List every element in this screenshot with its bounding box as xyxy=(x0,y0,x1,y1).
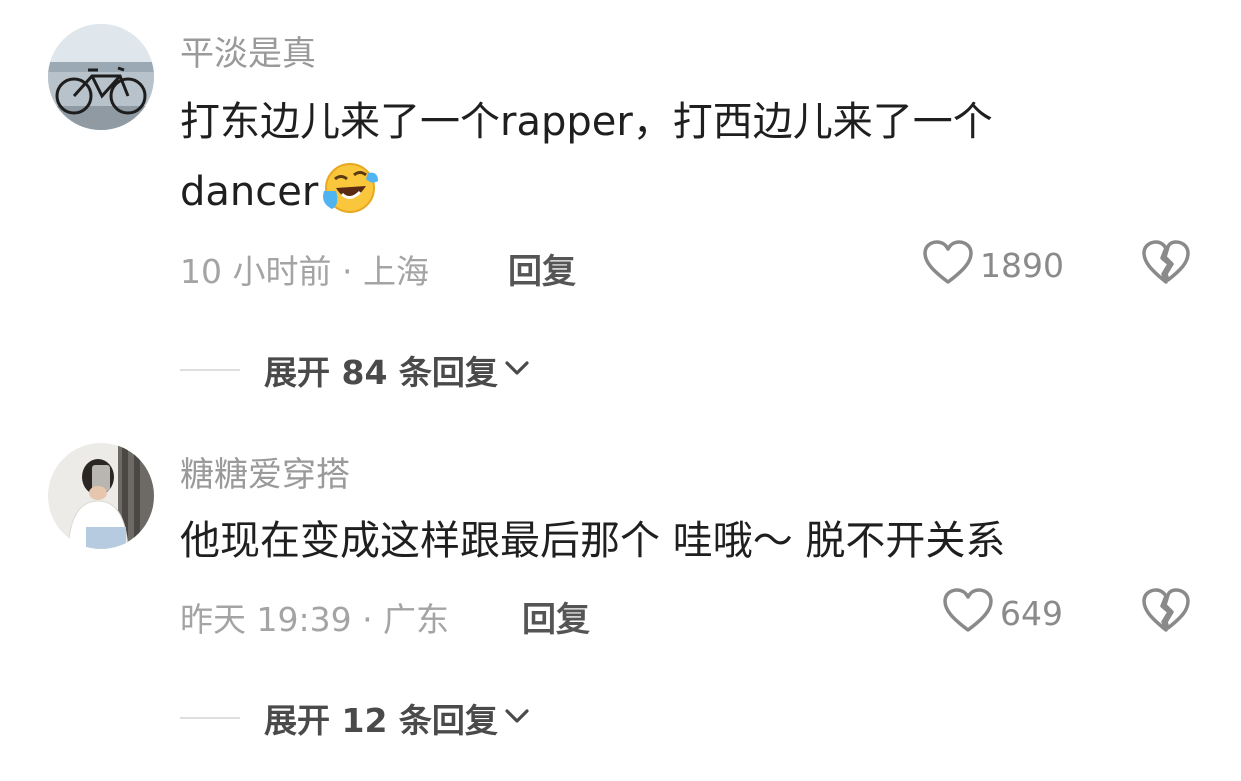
broken-heart-icon xyxy=(1141,588,1191,638)
expand-replies-button[interactable]: 展开 12 条回复 xyxy=(180,694,530,742)
like-count: 1890 xyxy=(980,245,1064,285)
chevron-down-icon xyxy=(504,358,530,382)
reply-button[interactable]: 回复 xyxy=(508,244,576,293)
dislike-button[interactable] xyxy=(1141,240,1191,290)
heart-outline-icon xyxy=(922,240,974,290)
like-count: 649 xyxy=(1000,593,1063,633)
dislike-button[interactable] xyxy=(1141,588,1191,638)
tears-of-joy-emoji xyxy=(320,161,379,237)
comment-text: 他现在变成这样跟最后那个 哇哦～ 脱不开关系 xyxy=(180,518,1006,564)
reply-button[interactable]: 回复 xyxy=(522,592,590,641)
username[interactable]: 平淡是真 xyxy=(180,26,316,75)
time-location: 昨天 19:39 · 广东 xyxy=(180,600,450,639)
expand-replies-label: 展开 12 条回复 xyxy=(264,701,498,740)
comment-text: 打东边儿来了一个rapper，打西边儿来了一个 dancer xyxy=(180,87,1120,237)
expand-replies-button[interactable]: 展开 84 条回复 xyxy=(180,346,530,394)
username[interactable]: 糖糖爱穿搭 xyxy=(180,447,350,496)
chevron-down-icon xyxy=(504,706,530,730)
comment-text-line-2-text: dancer xyxy=(180,169,319,215)
time-location: 10 小时前 · 上海 xyxy=(180,252,429,291)
broken-heart-icon xyxy=(1141,240,1191,290)
divider-line xyxy=(180,717,240,719)
like-button[interactable]: 649 xyxy=(942,588,1063,638)
comment-text-line-2: dancer xyxy=(180,157,1120,237)
comment-text-line-1: 打东边儿来了一个rapper，打西边儿来了一个 xyxy=(180,99,993,145)
expand-replies-label: 展开 84 条回复 xyxy=(264,353,498,392)
like-button[interactable]: 1890 xyxy=(922,240,1064,290)
avatar-bicycle[interactable] xyxy=(48,24,154,130)
divider-line xyxy=(180,369,240,371)
avatar-person[interactable] xyxy=(48,443,154,549)
heart-outline-icon xyxy=(942,588,994,638)
